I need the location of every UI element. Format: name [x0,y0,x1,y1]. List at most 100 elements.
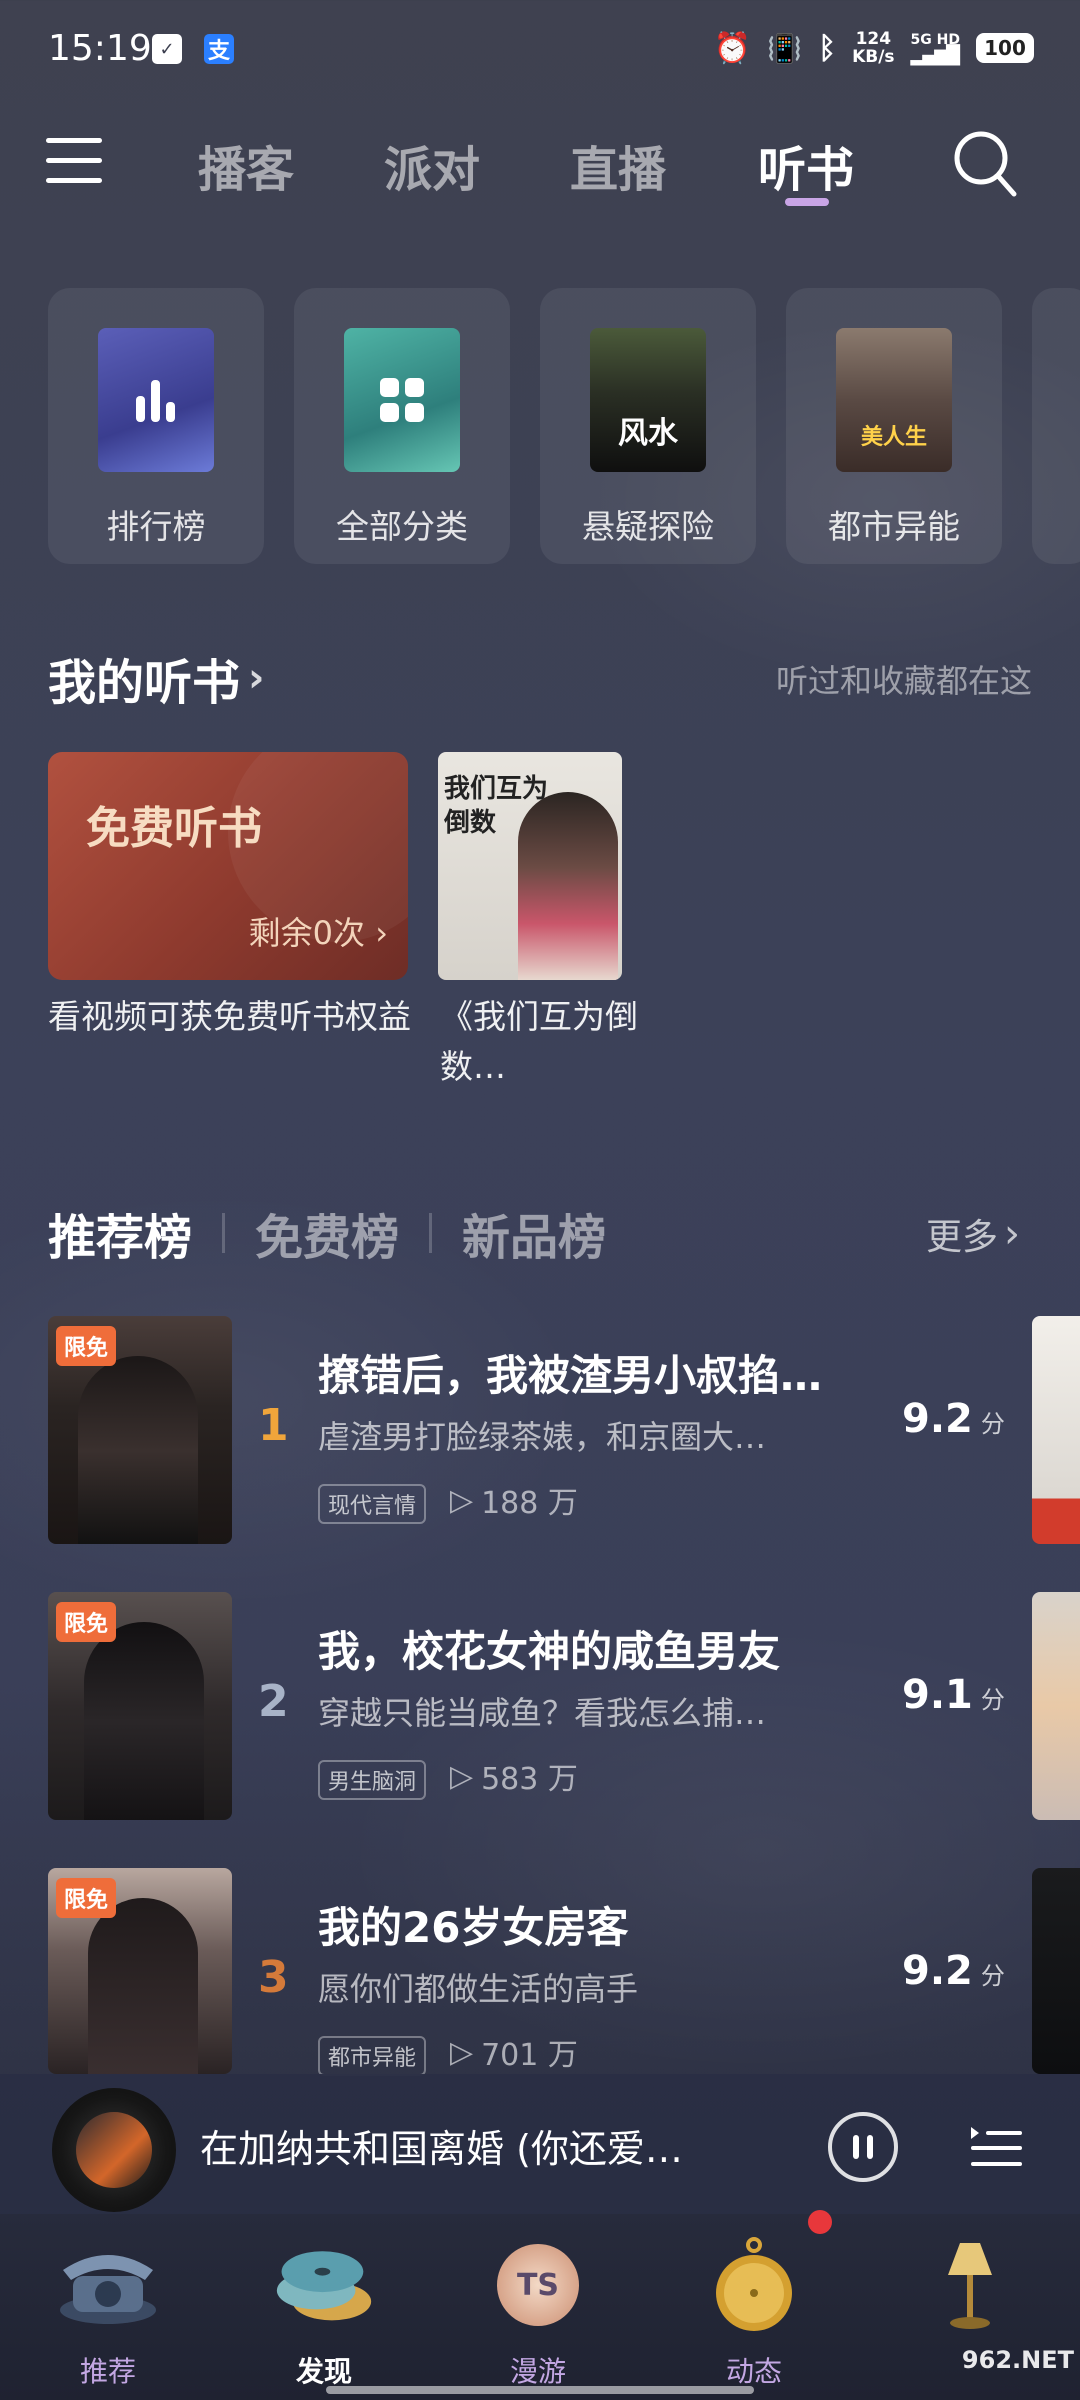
tab-label: 发现 [295,2355,352,2388]
book-cover: 限免 [48,1316,232,1544]
ts-badge-icon: TS [483,2230,593,2340]
tab-recommend-rank[interactable]: 推荐榜 [48,1198,192,1268]
tab-activity[interactable]: 动态 [664,2220,844,2400]
my-books-header[interactable]: 我的听书 › [48,643,265,713]
recent-book-title: 《我们互为倒数… [440,997,638,1086]
all-categories-thumb [344,328,460,472]
battery-icon: 100 [976,33,1034,63]
cover-title: 美人生 [860,425,927,450]
genre-tag: 现代言情 [318,1484,427,1524]
cover-art [78,1356,198,1544]
category-all[interactable]: 全部分类 [294,288,510,564]
book-title: 撩错后，我被渣男小叔掐… [318,1351,823,1400]
free-badge: 限免 [56,1602,117,1642]
category-label: 都市异能 [828,507,960,546]
chevron-right-icon: › [248,655,265,701]
tab-party[interactable]: 派对 [384,130,480,200]
now-playing-title[interactable]: 在加纳共和国离婚 (你还爱… [200,2118,740,2173]
net-speed: 124 KB/s [852,29,895,67]
play-count: ▷ 701 万 [450,2034,578,2074]
tab-audiobook[interactable]: 听书 [758,130,854,200]
tab-podcast[interactable]: 播客 [198,130,294,200]
ranking-tabs: 推荐榜 免费榜 新品榜 [48,1198,606,1268]
category-urban[interactable]: 美人生 都市异能 [786,288,1002,564]
network-indicator: 5G HD ▂▄▆█ [910,32,960,66]
free-card-title: 免费听书 [86,803,262,854]
status-right-icons: ⏰ 📳 ᛒ 124 KB/s 5G HD ▂▄▆█ 100 [714,30,1034,66]
status-bar: 15:19 ✓ 支 ⏰ 📳 ᛒ 124 KB/s 5G HD ▂▄▆█ 100 [0,0,1080,100]
urban-cover: 美人生 [836,328,952,472]
next-column-cover-peek[interactable] [1032,1592,1080,1820]
next-column-cover-peek[interactable] [1032,1316,1080,1544]
rank-number: 3 [258,1952,289,2003]
search-icon[interactable] [952,128,1018,200]
top-nav: 播客 派对 直播 听书 [0,120,1080,220]
pocket-watch-icon [699,2230,809,2340]
tab-roam[interactable]: TS 漫游 [448,2220,628,2400]
ranking-item[interactable]: 限免 2 我，校花女神的咸鱼男友 穿越只能当咸鱼？看我怎么捕… 男生脑洞 ▷ 58… [48,1592,1048,1820]
category-row: 排行榜 全部分类 风水 悬疑探险 美人生 都市异能 [48,288,1080,564]
category-mystery[interactable]: 风水 悬疑探险 [540,288,756,564]
rank-number: 2 [258,1676,289,1727]
chevron-right-icon: › [365,914,388,952]
cover-title: 风水 [618,416,678,451]
book-title: 我，校花女神的咸鱼男友 [318,1627,781,1676]
mini-player[interactable]: 在加纳共和国离婚 (你还爱… [0,2074,1080,2214]
play-icon: ▷ [450,1482,474,1518]
bar-chart-icon [136,380,175,422]
tab-discover[interactable]: 发现 [234,2220,414,2400]
free-listen-card[interactable]: 免费听书 剩余0次 › [48,752,408,980]
category-label: 悬疑探险 [582,507,714,546]
menu-icon[interactable] [46,138,102,188]
next-column-cover-peek[interactable] [1032,1868,1080,2074]
playlist-icon[interactable] [968,2122,1024,2172]
free-card-description: 看视频可获免费听书权益 [48,997,411,1036]
recent-book-cover[interactable]: 我们互为倒数 [438,752,622,980]
tab-new-rank[interactable]: 新品榜 [462,1198,606,1268]
tab-label: 动态 [725,2355,782,2388]
watermark-logo: 962.NET [961,2346,1074,2374]
divider [429,1213,433,1253]
play-icon: ▷ [450,2034,474,2070]
ranking-item[interactable]: 限免 1 撩错后，我被渣男小叔掐… 虐渣男打脸绿茶婊，和京圈大… 现代言情 ▷ 1… [48,1316,1048,1544]
ranking-item[interactable]: 限免 3 我的26岁女房客 愿你们都做生活的高手 都市异能 ▷ 701 万 9.2… [48,1868,1048,2096]
home-indicator[interactable] [326,2386,754,2394]
rating: 9.2 分 [902,1396,1005,1442]
tab-label: 推荐 [79,2355,136,2388]
my-books-hint: 听过和收藏都在这 [775,662,1032,700]
book-subtitle: 穿越只能当咸鱼？看我怎么捕… [318,1694,767,1732]
category-ranking[interactable]: 排行榜 [48,288,264,564]
free-badge: 限免 [56,1326,117,1366]
book-subtitle: 虐渣男打脸绿茶婊，和京圈大… [318,1418,767,1456]
rating: 9.1 分 [902,1672,1005,1718]
clipboard-check-icon: ✓ [152,34,182,64]
bottom-tab-bar: 推荐 发现 TS 漫游 动态 [0,2214,1080,2400]
bluetooth-icon: ᛒ [818,30,837,66]
cover-art [518,792,618,980]
signal-icon: ▂▄▆█ [910,45,960,66]
status-time: 15:19 [48,28,152,69]
pause-icon [853,2135,859,2159]
alarm-icon: ⏰ [713,30,752,66]
my-books-title: 我的听书 [48,655,241,711]
rank-number: 1 [258,1400,289,1451]
album-art [76,2112,152,2188]
player-disc[interactable] [52,2088,176,2212]
grid-icon [380,378,424,422]
pause-button[interactable] [828,2112,898,2182]
play-count: ▷ 583 万 [450,1758,578,1798]
lamp-icon [915,2230,1025,2340]
tab-recommend[interactable]: 推荐 [18,2220,198,2400]
rating: 9.2 分 [902,1948,1005,1994]
category-partial[interactable] [1032,288,1080,564]
tab-live[interactable]: 直播 [570,130,666,200]
ranking-thumb [98,328,214,472]
play-count: ▷ 188 万 [450,1482,578,1522]
notification-dot [808,2210,832,2234]
divider [222,1213,226,1253]
genre-tag: 都市异能 [318,2036,427,2076]
book-title: 我的26岁女房客 [318,1903,629,1952]
cover-art [88,1898,198,2074]
tab-free-rank[interactable]: 免费榜 [255,1198,399,1268]
more-button[interactable]: 更多 › [926,1208,1020,1260]
